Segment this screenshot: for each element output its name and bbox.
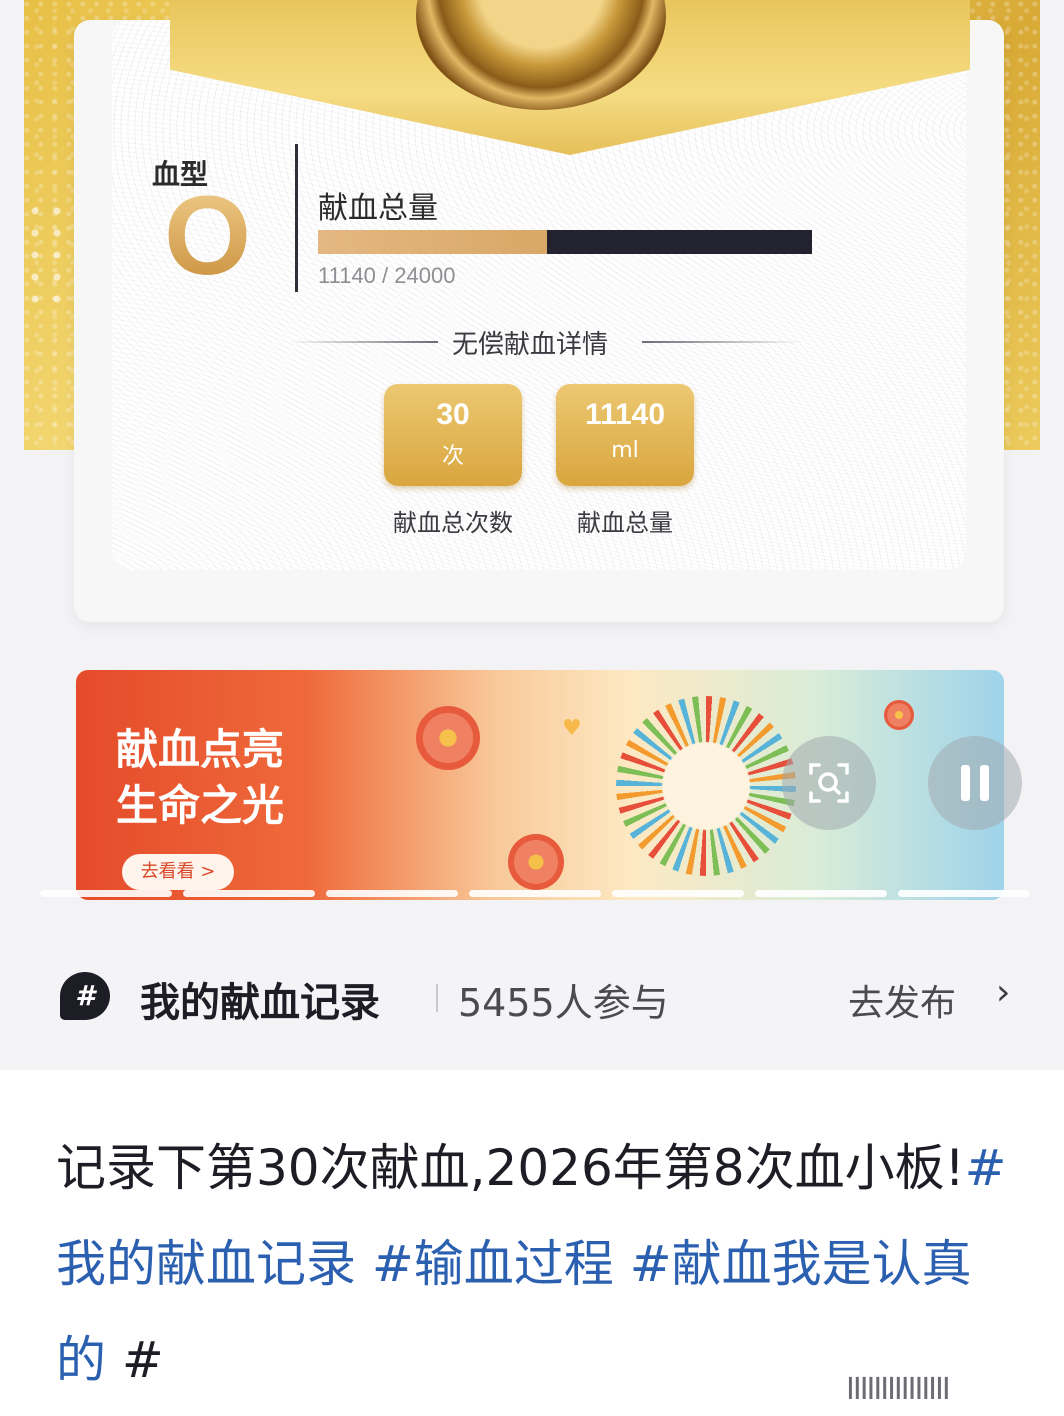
flower-icon <box>884 700 914 730</box>
section-divider-left <box>288 341 438 343</box>
topic-separator <box>436 984 438 1012</box>
donation-progress-bar <box>318 230 812 254</box>
donation-volume-unit: ml <box>611 438 639 463</box>
post-text: 记录下第30次献血,2026年第8次血小板! <box>56 1139 965 1197</box>
carousel-page-dot[interactable] <box>183 890 315 897</box>
carousel-page-dot[interactable] <box>612 890 744 897</box>
carousel-page-dot[interactable] <box>755 890 887 897</box>
pause-icon <box>961 765 989 801</box>
donation-count-label: 献血总次数 <box>393 509 513 537</box>
post-body: 记录下第30次献血,2026年第8次血小板!#我的献血记录 #输血过程 #献血我… <box>56 1120 1016 1408</box>
sunburst-blood-drop-icon <box>616 696 796 876</box>
watermark: IIIIIIIIIIIIIII <box>846 1372 951 1407</box>
carousel-page-dot[interactable] <box>326 890 458 897</box>
hashtag-icon: # <box>60 972 110 1020</box>
donation-volume-label: 献血总量 <box>577 509 673 537</box>
image-search-button[interactable] <box>782 736 876 830</box>
heart-icon: ♥ <box>562 716 582 741</box>
details-section-title: 无偿献血详情 <box>452 330 609 360</box>
total-volume-title: 献血总量 <box>318 191 438 226</box>
donation-volume-box: 11140 ml <box>556 384 694 486</box>
carousel-page-dot[interactable] <box>469 890 601 897</box>
donation-count-value: 30 <box>436 398 470 431</box>
carousel-page-dot[interactable] <box>40 890 172 897</box>
topic-name[interactable]: 我的献血记录 <box>140 970 380 1028</box>
divider <box>295 144 298 292</box>
donation-count-unit: 次 <box>441 444 464 469</box>
donation-progress-fill <box>318 230 548 254</box>
post-topic-button[interactable]: 去发布 <box>848 974 956 1026</box>
carousel-page-indicator[interactable] <box>40 890 1030 898</box>
chevron-right-icon[interactable]: › <box>996 972 1010 1013</box>
donation-volume-value: 11140 <box>584 398 666 431</box>
carousel-page-dot[interactable] <box>898 890 1030 897</box>
banner-title-line2: 生命之光 <box>116 781 285 830</box>
flower-icon <box>508 834 564 890</box>
image-search-icon <box>809 763 849 803</box>
topic-participants: 5455人参与 <box>458 981 669 1025</box>
progress-text: 11140 / 24000 <box>318 263 456 288</box>
pause-button[interactable] <box>928 736 1022 830</box>
flower-icon <box>416 706 480 770</box>
hashtag-link[interactable]: #输血过程 <box>372 1235 614 1293</box>
section-divider-right <box>642 341 802 343</box>
image-carousel[interactable]: 血型 O 献血总量 11140 / 24000 无偿献血详情 30 次 献血总次… <box>0 0 1064 918</box>
hashtag-link[interactable]: # <box>122 1331 164 1389</box>
blood-type-value: O <box>164 173 252 298</box>
banner-go-see-button[interactable]: 去看看 > <box>122 854 234 890</box>
banner-title-line1: 献血点亮 <box>116 725 285 774</box>
donation-count-box: 30 次 <box>384 384 522 486</box>
banner-title: 献血点亮 生命之光 <box>116 722 284 834</box>
